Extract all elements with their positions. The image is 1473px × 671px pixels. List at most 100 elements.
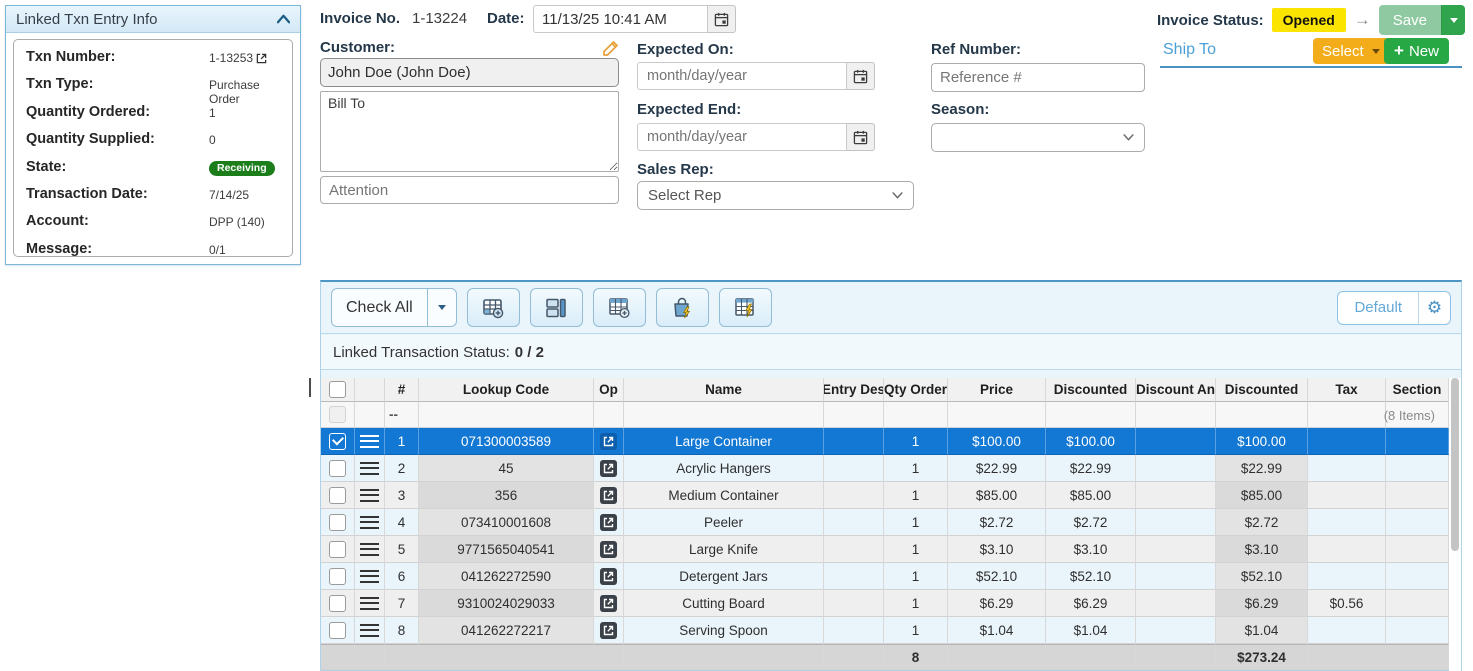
qty-ordered-cell[interactable]: 1	[884, 482, 948, 509]
open-item-button[interactable]	[600, 487, 617, 504]
open-item-button[interactable]	[600, 595, 617, 612]
lookup-code-cell[interactable]: 356	[419, 482, 594, 509]
ship-to-tab[interactable]: Ship To	[1163, 41, 1216, 59]
name-cell[interactable]: Large Knife	[624, 536, 824, 563]
row-checkbox[interactable]	[329, 514, 346, 531]
entry-description-cell[interactable]	[824, 455, 884, 482]
open-item-cell[interactable]	[594, 617, 624, 644]
name-cell[interactable]: Serving Spoon	[624, 617, 824, 644]
price-cell[interactable]: $100.00	[948, 428, 1046, 455]
grid-action-button[interactable]	[719, 288, 772, 327]
sales-rep-select[interactable]: Select Rep	[637, 181, 914, 210]
entry-description-cell[interactable]	[824, 590, 884, 617]
column-header[interactable]: Section	[1386, 378, 1449, 402]
open-item-cell[interactable]	[594, 536, 624, 563]
expected-end-input[interactable]	[637, 123, 847, 151]
discounted-price-cell[interactable]: $2.72	[1046, 509, 1136, 536]
row-menu-cell[interactable]	[355, 590, 385, 617]
table-row[interactable]: 4073410001608Peeler1$2.72$2.72$2.72	[321, 509, 1449, 536]
gear-icon[interactable]: ⚙	[1418, 292, 1450, 324]
column-header[interactable]: Discounted	[1216, 378, 1308, 402]
row-drag-handle-icon[interactable]	[360, 624, 379, 637]
open-item-cell[interactable]	[594, 563, 624, 590]
row-checkbox-cell[interactable]	[321, 563, 355, 590]
table-row[interactable]: 79310024029033Cutting Board1$6.29$6.29$6…	[321, 590, 1449, 617]
discount-amount-cell[interactable]	[1136, 509, 1216, 536]
section-cell[interactable]	[1386, 455, 1449, 482]
bill-to-textarea[interactable]	[320, 91, 619, 172]
row-checkbox-cell[interactable]	[321, 455, 355, 482]
row-drag-handle-icon[interactable]	[360, 597, 379, 610]
lookup-code-cell[interactable]: 073410001608	[419, 509, 594, 536]
price-cell[interactable]: $85.00	[948, 482, 1046, 509]
ref-number-input[interactable]	[931, 63, 1145, 92]
lookup-code-cell[interactable]: 45	[419, 455, 594, 482]
expected-on-input[interactable]	[637, 62, 847, 90]
table-row[interactable]: 6041262272590Detergent Jars1$52.10$52.10…	[321, 563, 1449, 590]
check-all-button[interactable]: Check All	[332, 289, 427, 326]
row-checkbox[interactable]	[329, 487, 346, 504]
discount-amount-cell[interactable]	[1136, 482, 1216, 509]
column-header[interactable]: Tax	[1308, 378, 1386, 402]
discount-amount-cell[interactable]	[1136, 617, 1216, 644]
name-cell[interactable]: Peeler	[624, 509, 824, 536]
entry-description-cell[interactable]	[824, 482, 884, 509]
qty-ordered-cell[interactable]: 1	[884, 590, 948, 617]
row-checkbox-cell[interactable]	[321, 536, 355, 563]
row-menu-cell[interactable]	[355, 536, 385, 563]
table-row[interactable]: 3356Medium Container1$85.00$85.00$85.00	[321, 482, 1449, 509]
expected-end-calendar-button[interactable]	[847, 123, 875, 151]
entry-description-cell[interactable]	[824, 617, 884, 644]
table-row[interactable]: 245Acrylic Hangers1$22.99$22.99$22.99	[321, 455, 1449, 482]
row-drag-handle-icon[interactable]	[360, 462, 379, 475]
price-cell[interactable]: $52.10	[948, 563, 1046, 590]
ship-to-select-button[interactable]: Select	[1313, 38, 1389, 64]
discount-amount-cell[interactable]	[1136, 455, 1216, 482]
row-checkbox-cell[interactable]	[321, 617, 355, 644]
row-menu-cell[interactable]	[355, 563, 385, 590]
bag-action-button[interactable]	[656, 288, 709, 327]
discounted-price-cell[interactable]: $3.10	[1046, 536, 1136, 563]
row-checkbox[interactable]	[329, 541, 346, 558]
open-item-button[interactable]	[600, 514, 617, 531]
row-drag-handle-icon[interactable]	[360, 516, 379, 529]
ship-to-new-button[interactable]: + New	[1384, 38, 1449, 64]
discount-amount-cell[interactable]	[1136, 428, 1216, 455]
row-drag-handle-icon[interactable]	[360, 435, 379, 448]
open-item-button[interactable]	[600, 568, 617, 585]
open-item-cell[interactable]	[594, 428, 624, 455]
table-row[interactable]: 8041262272217Serving Spoon1$1.04$1.04$1.…	[321, 617, 1449, 644]
external-link-icon[interactable]	[256, 53, 267, 64]
discounted-price-cell[interactable]: $85.00	[1046, 482, 1136, 509]
section-cell[interactable]	[1386, 590, 1449, 617]
qty-ordered-cell[interactable]: 1	[884, 617, 948, 644]
open-item-cell[interactable]	[594, 509, 624, 536]
column-header[interactable]: #	[385, 378, 419, 402]
column-header[interactable]: Name	[624, 378, 824, 402]
price-cell[interactable]: $22.99	[948, 455, 1046, 482]
row-menu-cell[interactable]	[355, 482, 385, 509]
vertical-scrollbar[interactable]	[1449, 378, 1461, 671]
open-item-button[interactable]	[600, 622, 617, 639]
row-checkbox-cell[interactable]	[321, 482, 355, 509]
date-calendar-button[interactable]	[708, 5, 736, 33]
add-table-row-button[interactable]	[467, 288, 520, 327]
split-panels-button[interactable]	[530, 288, 583, 327]
row-drag-handle-icon[interactable]	[360, 489, 379, 502]
add-grid-button[interactable]	[593, 288, 646, 327]
entry-description-cell[interactable]	[824, 428, 884, 455]
section-cell[interactable]	[1386, 428, 1449, 455]
check-all-split-button[interactable]: Check All	[331, 288, 457, 327]
column-header[interactable]: Discount An	[1136, 378, 1216, 402]
column-header[interactable]: Lookup Code	[419, 378, 594, 402]
qty-ordered-cell[interactable]: 1	[884, 428, 948, 455]
column-header[interactable]: Entry Des	[824, 378, 884, 402]
qty-ordered-cell[interactable]: 1	[884, 509, 948, 536]
row-checkbox[interactable]	[329, 433, 346, 450]
name-cell[interactable]: Medium Container	[624, 482, 824, 509]
chevron-up-icon[interactable]	[277, 13, 290, 26]
price-cell[interactable]: $2.72	[948, 509, 1046, 536]
entry-description-cell[interactable]	[824, 509, 884, 536]
section-cell[interactable]	[1386, 482, 1449, 509]
qty-ordered-cell[interactable]: 1	[884, 455, 948, 482]
